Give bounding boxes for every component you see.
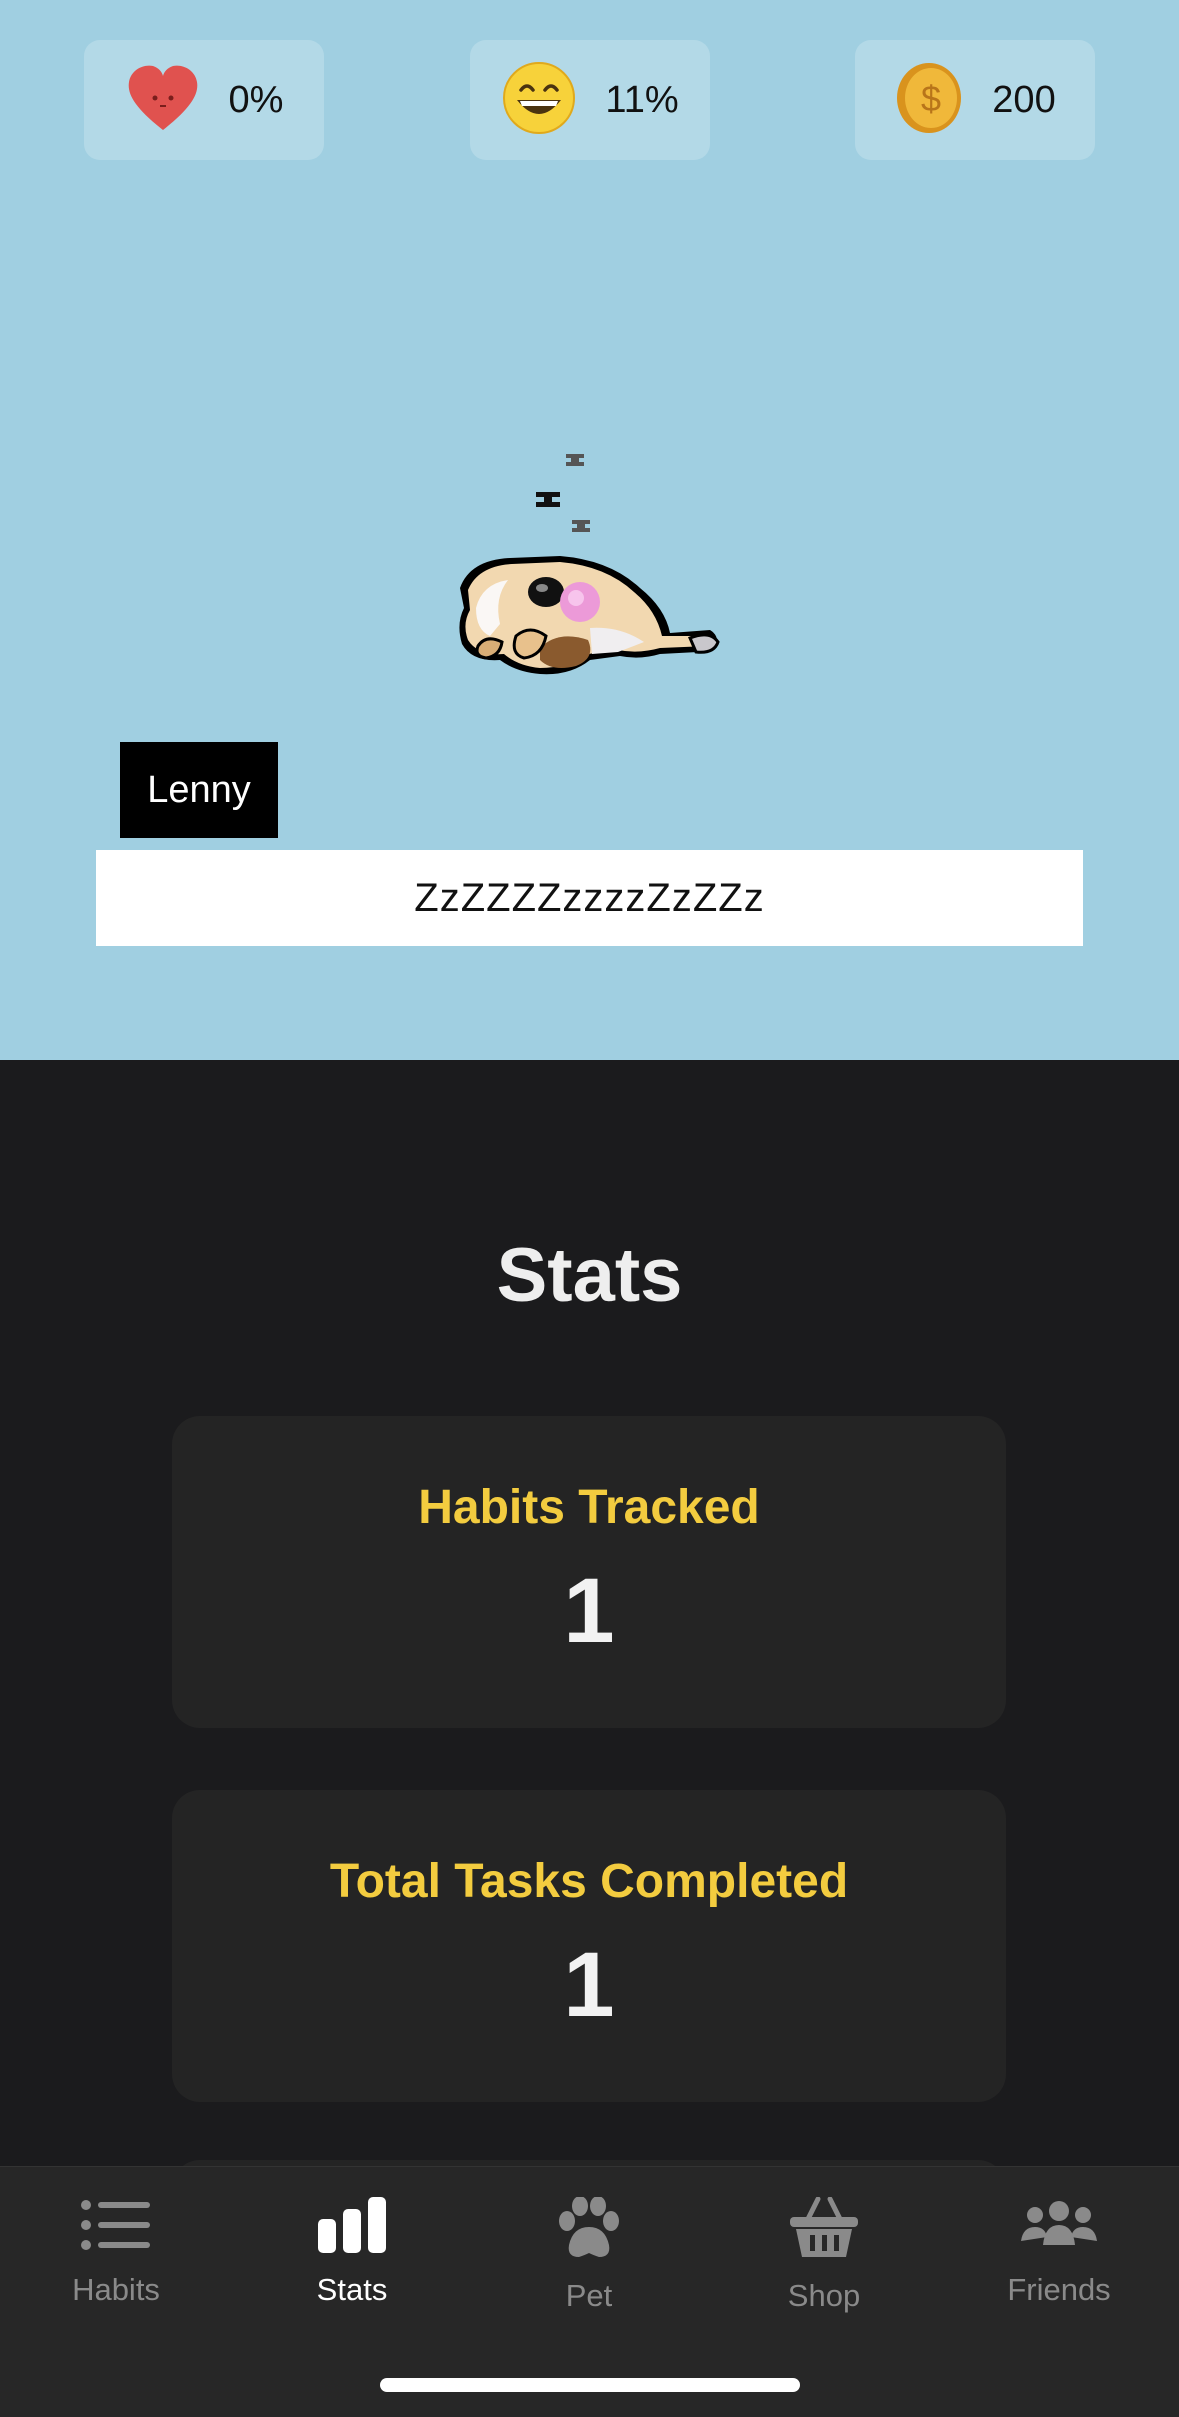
- pet-area: 0% 11% $ 200 Lenny ZzZZZZzzzzZzZZz: [0, 0, 1179, 1060]
- stat-card-value: 1: [563, 1934, 615, 2036]
- tab-shop[interactable]: Shop: [734, 2196, 914, 2314]
- stat-card-label: Total Tasks Completed: [329, 1855, 849, 1908]
- heart-icon: [125, 60, 201, 141]
- tab-friends[interactable]: Friends: [969, 2197, 1149, 2308]
- tab-stats[interactable]: Stats: [262, 2197, 442, 2308]
- pet-sprite[interactable]: [420, 448, 760, 725]
- health-value: 0%: [228, 78, 284, 121]
- tab-label: Pet: [565, 2278, 613, 2313]
- svg-text:$: $: [921, 78, 941, 119]
- page-title: Stats: [496, 1233, 683, 1318]
- coins-chip: $ 200: [855, 40, 1095, 160]
- tab-label: Shop: [787, 2278, 861, 2313]
- bar-chart-icon: [318, 2197, 386, 2253]
- tab-label: Friends: [1007, 2272, 1111, 2307]
- paw-icon: [559, 2196, 619, 2257]
- list-icon: [81, 2200, 150, 2250]
- health-chip: 0%: [84, 40, 324, 160]
- happiness-value: 11%: [605, 78, 679, 121]
- tab-pet[interactable]: Pet: [499, 2196, 679, 2314]
- tab-label: Habits: [72, 2272, 160, 2307]
- coin-icon: $: [894, 60, 964, 141]
- stat-card-label: Habits Tracked: [418, 1481, 760, 1534]
- basket-icon: [790, 2196, 858, 2257]
- sleep-z-icon: [536, 454, 590, 532]
- tab-label: Stats: [316, 2272, 388, 2307]
- pet-speech-bubble: ZzZZZZzzzzZzZZz: [96, 850, 1083, 946]
- pet-name-tag: Lenny: [120, 742, 278, 838]
- stat-card-value: 1: [563, 1560, 615, 1662]
- happiness-chip: 11%: [470, 40, 710, 160]
- home-indicator[interactable]: [380, 2378, 800, 2392]
- stat-card-habits-tracked: Habits Tracked 1: [172, 1416, 1006, 1728]
- people-icon: [1021, 2201, 1097, 2245]
- stat-card-total-tasks: Total Tasks Completed 1: [172, 1790, 1006, 2102]
- tab-habits[interactable]: Habits: [26, 2197, 206, 2308]
- smile-face-icon: [501, 60, 577, 141]
- coins-value: 200: [992, 78, 1056, 121]
